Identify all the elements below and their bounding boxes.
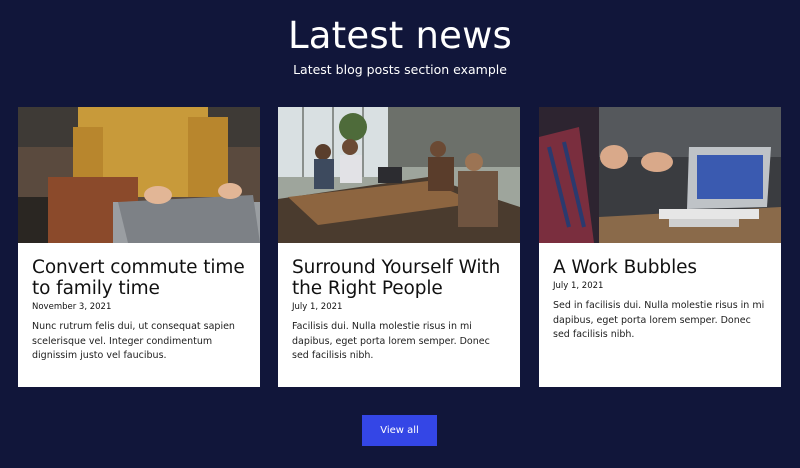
post-excerpt: Nunc rutrum felis dui, ut consequat sapi… [32, 321, 235, 361]
blog-post-card[interactable]: Convert commute time to family time Nove… [18, 107, 260, 387]
section-title: Latest news [287, 14, 513, 57]
work-discussion-photo[interactable] [539, 107, 781, 243]
post-date: November 3, 2021 [32, 302, 112, 312]
post-excerpt: Sed in facilisis dui. Nulla molestie ris… [553, 300, 765, 340]
card-body: Convert commute time to family time Nove… [18, 243, 260, 364]
post-title[interactable]: Surround Yourself With the Right People [292, 257, 506, 299]
post-date: July 1, 2021 [292, 302, 343, 312]
post-excerpt: Facilisis dui. Nulla molestie risus in m… [292, 321, 490, 361]
view-all-button[interactable]: View all [362, 415, 437, 446]
card-body: Surround Yourself With the Right People … [278, 243, 520, 364]
post-title[interactable]: Convert commute time to family time [32, 257, 246, 299]
blog-post-card[interactable]: Surround Yourself With the Right People … [278, 107, 520, 387]
team-meeting-photo[interactable] [278, 107, 520, 243]
latest-news-section: Latest news Latest blog posts section ex… [0, 0, 800, 468]
section-subtitle: Latest blog posts section example [293, 62, 507, 77]
blog-post-card[interactable]: A Work Bubbles July 1, 2021 Sed in facil… [539, 107, 781, 387]
card-body: A Work Bubbles July 1, 2021 Sed in facil… [539, 243, 781, 343]
post-date: July 1, 2021 [553, 281, 604, 291]
post-title[interactable]: A Work Bubbles [553, 257, 767, 278]
laptop-typing-photo[interactable] [18, 107, 260, 243]
